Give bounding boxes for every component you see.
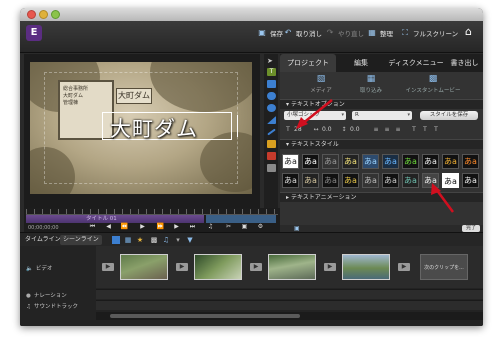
timeline-scrollbar[interactable] [96, 312, 483, 320]
chevron-down-icon[interactable]: ▾ [174, 236, 182, 244]
preview-monitor: 総合事務所 大町ダム 管理棟 大町ダム 大町ダム [24, 54, 260, 208]
clip-thumbnail[interactable] [120, 254, 168, 280]
organize-label: 整理 [380, 30, 393, 38]
sceneline-tracks: 🔈 ビデオ ▶ ▶ ▶ ▶ ▶ 次のクリップを... ● ナレーション ♫ サウンドト… [20, 246, 483, 326]
transition-slot[interactable]: ▶ [250, 263, 262, 271]
clip-thumbnail[interactable] [342, 254, 390, 280]
step-forward-icon[interactable]: ▶ [172, 223, 181, 231]
add-marker-icon[interactable]: ▼ [186, 236, 194, 244]
audio-icon[interactable]: ♫ [162, 236, 170, 244]
transition-slot[interactable]: ▶ [176, 263, 188, 271]
video-frame[interactable]: 総合事務所 大町ダム 管理棟 大町ダム 大町ダム [30, 62, 252, 194]
clip-thumbnail[interactable] [194, 254, 242, 280]
redo-button[interactable]: ↷ やり直し [325, 27, 364, 39]
clip-thumbnail[interactable] [268, 254, 316, 280]
narration-track[interactable] [96, 289, 483, 299]
fullscreen-label: フルスクリーン [413, 30, 459, 38]
soundtrack-track[interactable] [96, 300, 483, 310]
home-icon[interactable]: ⌂ [465, 26, 477, 38]
close-window-button[interactable] [27, 10, 36, 19]
redo-icon: ↷ [326, 28, 334, 37]
timeline-header: タイムライン シーンライン ▦ ★ ▩ ♫ ▾ ▼ [20, 232, 483, 246]
rectangle-tool-icon[interactable] [267, 80, 276, 88]
clip-properties-icon[interactable]: ▩ [150, 236, 158, 244]
scrollbar-thumb[interactable] [110, 314, 300, 318]
narration-track-label: ● ナレーション [20, 291, 96, 299]
timecode-display: 00;00;00;00 [28, 225, 59, 231]
minimize-window-button[interactable] [39, 10, 48, 19]
title-text[interactable]: 大町ダム [110, 113, 198, 143]
go-to-end-icon[interactable]: ⏭ [188, 223, 197, 231]
rounded-rectangle-tool-icon[interactable] [267, 92, 276, 100]
microphone-icon: ● [26, 293, 31, 299]
fullscreen-button[interactable]: ⛶ フルスクリーン [400, 27, 458, 39]
text-caret [237, 115, 238, 137]
save-icon: ▣ [258, 28, 266, 37]
video-track: ▶ ▶ ▶ ▶ ▶ 次のクリップを... [96, 246, 483, 288]
step-back-icon[interactable]: ◀ [104, 223, 113, 231]
play-icon[interactable]: ▶ [138, 223, 147, 231]
next-clip-placeholder[interactable]: 次のクリップを... [420, 254, 468, 280]
organize-icon: ▦ [368, 28, 376, 37]
narration-track-name: ナレーション [33, 293, 67, 299]
color-tool-icon[interactable] [267, 152, 276, 160]
undo-button[interactable]: ↶ 取り消し [283, 27, 322, 39]
soundtrack-track-label: ♫ サウンドトラック [20, 302, 96, 310]
annotation-arrow [434, 188, 455, 213]
sceneline-view-icon[interactable] [112, 236, 120, 244]
title-clip-bar[interactable]: タイトル 01 [26, 215, 204, 223]
align-tool-icon[interactable] [267, 164, 276, 172]
undo-icon: ↶ [284, 28, 292, 37]
zoom-window-button[interactable] [51, 10, 60, 19]
transition-slot[interactable]: ▶ [398, 263, 410, 271]
video-track-label: 🔈 ビデオ [20, 264, 96, 272]
transition-slot[interactable]: ▶ [324, 263, 336, 271]
marker-icon[interactable]: ▦ [124, 236, 132, 244]
split-clip-icon[interactable]: ✂ [224, 223, 233, 231]
text-tool-icon[interactable]: T [267, 68, 276, 76]
triangle-tool-icon[interactable] [267, 116, 276, 124]
fullscreen-preview-icon[interactable]: ▣ [240, 223, 249, 231]
redo-label: やり直し [338, 30, 364, 38]
main-toolbar: E ▣ 保存 ↶ 取り消し ↷ やり直し ▦ 整理 ⛶ フルスクリーン ⌂ [20, 21, 483, 53]
volume-icon[interactable]: ♫ [206, 223, 215, 231]
annotation-arrow [301, 99, 333, 125]
save-label: 保存 [270, 30, 283, 38]
fast-forward-icon[interactable]: ⏩ [156, 223, 165, 231]
task-panel: プロジェクト 編集 ディスクメニュー 書き出し ▧ メディア ▦ 取り込み ▩ … [280, 54, 483, 232]
video-track-name: ビデオ [35, 266, 53, 272]
save-button[interactable]: ▣ 保存 [257, 27, 283, 39]
app-window: E ▣ 保存 ↶ 取り消し ↷ やり直し ▦ 整理 ⛶ フルスクリーン ⌂ 総合… [20, 8, 483, 326]
speaker-icon: 🔈 [26, 266, 33, 272]
app-logo-icon: E [26, 25, 42, 41]
fullscreen-icon: ⛶ [402, 28, 408, 37]
transition-slot[interactable]: ▶ [102, 263, 114, 271]
tab-timeline[interactable]: タイムライン [22, 235, 64, 245]
tab-sceneline[interactable]: シーンライン [60, 235, 102, 245]
title-clip-label: タイトル 01 [86, 216, 117, 222]
music-note-icon: ♫ [26, 304, 31, 310]
next-clip-bar[interactable] [206, 215, 276, 223]
soundtrack-track-name: サウンドトラック [33, 304, 78, 310]
title-bar [20, 8, 483, 21]
annotation-arrow-head [296, 117, 308, 129]
ellipse-tool-icon[interactable] [267, 104, 276, 112]
undo-label: 取り消し [296, 30, 322, 38]
line-tool-icon[interactable] [267, 128, 276, 136]
scrubber-area: タイトル 01 00;00;00;00 ⏮ ◀ ⏪ ▶ ⏩ ▶ ⏭ ♫ ✂ ▣ … [24, 208, 280, 232]
annotation-arrows [296, 99, 455, 213]
title-tool-strip: ➤ T [264, 54, 278, 208]
rewind-icon[interactable]: ⏪ [120, 223, 129, 231]
go-to-start-icon[interactable]: ⏮ [88, 223, 97, 231]
shape-tool-icon[interactable] [267, 140, 276, 148]
organize-button[interactable]: ▦ 整理 [367, 27, 393, 39]
selection-tool-icon[interactable]: ➤ [267, 57, 276, 65]
smart-trim-icon[interactable]: ★ [136, 236, 144, 244]
settings-icon[interactable]: ⚙ [256, 223, 265, 231]
